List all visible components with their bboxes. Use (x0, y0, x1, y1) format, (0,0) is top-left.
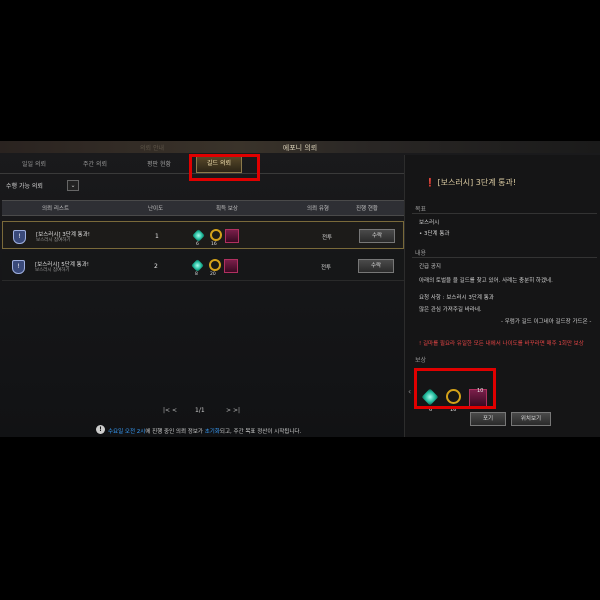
gem-icon (191, 259, 204, 272)
table-header: 의뢰 리스트 난이도 획득 보상 의뢰 유형 진행 현황 (2, 200, 404, 216)
last-page-icon: >| (232, 407, 241, 414)
quest-difficulty: 2 (154, 263, 158, 270)
divider (412, 257, 597, 258)
title-bar: 의뢰 안내 에포니 의뢰 (0, 141, 600, 153)
tab-reputation[interactable]: 평판 현황 (147, 159, 171, 168)
content-line: 요청 사항 : 보스러시 3단계 통과 (419, 295, 494, 301)
goal-item: • 3단계 통과 (419, 231, 450, 237)
chevron-down-icon: ⌄ (70, 182, 76, 189)
quest-window: 의뢰 안내 에포니 의뢰 일일 의뢰 주간 의뢰 평판 현황 길드 의뢰 수행 … (0, 141, 600, 437)
detail-title-text: [보스러시] 3단계 통과! (437, 178, 517, 187)
reward-count: 20 (210, 272, 216, 277)
header-difficulty: 난이도 (148, 206, 164, 212)
scroll-left-arrow[interactable]: ‹ (408, 387, 411, 396)
abandon-button[interactable]: 포기 (470, 412, 506, 426)
quest-difficulty: 1 (155, 233, 159, 240)
quest-subtitle: 보스러시 참여하기 (35, 268, 70, 273)
shield-icon: ! (12, 260, 25, 274)
pager-next[interactable]: > >| (226, 407, 240, 414)
quest-type: 전투 (321, 265, 332, 271)
divider (412, 213, 597, 214)
quest-type: 전투 (322, 235, 333, 241)
exclamation-icon: ❗ (425, 178, 435, 187)
notice-text: 수요일 오전 2시에 진행 중인 의뢰 정보가 초기화되고, 주간 목표 정산이… (108, 427, 301, 435)
first-page-icon: |< (163, 407, 171, 414)
reward-count: 6 (196, 242, 199, 247)
content-heading: 내용 (415, 250, 427, 257)
notice-post: 되고, 주간 목표 정산이 시작됩니다. (219, 429, 302, 435)
filter-dropdown[interactable]: ⌄ (67, 180, 79, 191)
page-info: 1/1 (195, 407, 205, 414)
chest-icon (224, 259, 238, 273)
wreath-icon (210, 229, 222, 241)
wreath-icon (446, 389, 461, 404)
warning-text: ! 길마를 필요라 유일한 모든 내에서 나이도를 바꾸라면 매주 1회만 보상 (419, 341, 584, 347)
accept-button[interactable]: 수락 (359, 229, 395, 243)
detail-panel: ❗ [보스러시] 3단계 통과! 목표 보스러시 • 3단계 통과 내용 긴급 … (404, 155, 600, 437)
window-title: 에포니 의뢰 (282, 144, 318, 152)
wreath-icon (209, 259, 221, 271)
reward-count: 6 (429, 407, 433, 413)
notice-time: 수요일 오전 2시 (108, 429, 146, 435)
info-icon: ! (96, 425, 105, 434)
reward-heading: 보상 (415, 357, 427, 364)
gem-icon (421, 388, 439, 406)
header-progress: 진행 현황 (356, 206, 378, 212)
shield-icon: ! (13, 230, 26, 244)
tab-guild[interactable]: 길드 의뢰 (196, 155, 242, 173)
content-signature: - 우럼가 길드 이그네아 길드장 가드온 - (501, 319, 592, 325)
reward-count: 16 (450, 407, 457, 413)
goal-heading: 목표 (415, 206, 427, 213)
reward-quantity: 10 (477, 388, 484, 394)
pager-prev[interactable]: |< < (163, 407, 177, 414)
notice-highlight: 초기화 (204, 429, 220, 435)
chest-icon (225, 229, 239, 243)
tab-bar: 일일 의뢰 주간 의뢰 평판 현황 길드 의뢰 (0, 155, 404, 174)
content-line: 많은 관심 가져주길 바라네. (419, 307, 482, 313)
prev-page-icon: < (171, 407, 178, 414)
content-line: 아래의 토벌을 을 길드를 찾고 있어. 사례는 충분히 하겠네. (419, 278, 553, 284)
notice-mid: 에 진행 중인 의뢰 정보가 (145, 429, 205, 435)
reward-count: 16 (211, 242, 217, 247)
quest-subtitle: 보스러시 참여하기 (36, 238, 71, 243)
header-list: 의뢰 리스트 (42, 206, 70, 212)
table-row[interactable]: ! [보스러시] 5단계 통과! 보스러시 참여하기 2 8 20 전투 수락 (2, 252, 404, 281)
gem-icon (192, 229, 205, 242)
tab-daily[interactable]: 일일 의뢰 (22, 159, 46, 168)
locate-button[interactable]: 위치보기 (511, 412, 551, 426)
reward-count: 8 (195, 272, 198, 277)
header-rewards: 획득 보상 (216, 206, 238, 212)
accept-button[interactable]: 수락 (358, 259, 394, 273)
header-type: 의뢰 유형 (307, 206, 329, 212)
filter-label: 수행 가능 의뢰 (6, 183, 43, 190)
next-page-icon: > (226, 407, 232, 414)
detail-title: ❗ [보스러시] 3단계 통과! (425, 177, 516, 188)
content-line: 긴급 공지 (419, 264, 441, 270)
goal-name: 보스러시 (419, 220, 440, 226)
tab-weekly[interactable]: 주간 의뢰 (83, 159, 107, 168)
table-row[interactable]: ! [보스러시] 3단계 통과! 보스러시 참여하기 1 6 16 전투 수락 (2, 221, 404, 249)
